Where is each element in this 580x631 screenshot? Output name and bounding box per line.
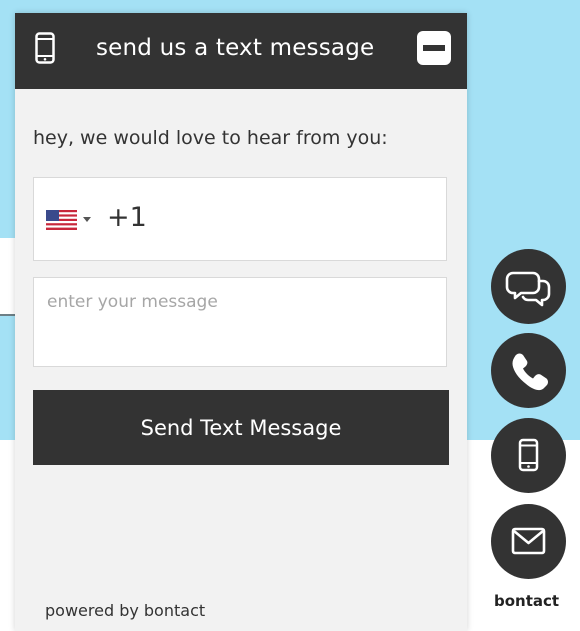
chat-bubbles-icon bbox=[505, 271, 551, 307]
minimize-icon bbox=[423, 45, 445, 51]
greeting-text: hey, we would love to hear from you: bbox=[33, 127, 388, 149]
call-launcher-button[interactable] bbox=[491, 333, 566, 408]
envelope-icon bbox=[511, 527, 546, 555]
email-launcher-button[interactable] bbox=[491, 504, 566, 579]
mobile-phone-icon bbox=[35, 32, 55, 64]
powered-by-text: powered by bontact bbox=[45, 601, 206, 620]
phone-handset-icon bbox=[512, 353, 548, 391]
country-dropdown-caret-icon[interactable] bbox=[83, 217, 91, 222]
widget-title: send us a text message bbox=[96, 35, 375, 61]
brand-label: bontact bbox=[494, 592, 560, 610]
send-text-message-button[interactable]: Send Text Message bbox=[33, 390, 449, 465]
chat-launcher-button[interactable] bbox=[491, 249, 566, 324]
minimize-button[interactable] bbox=[417, 31, 451, 65]
mobile-phone-icon bbox=[518, 438, 539, 472]
dial-code[interactable]: +1 bbox=[107, 202, 147, 233]
sms-widget: send us a text message hey, we would lov… bbox=[15, 13, 467, 631]
message-input[interactable] bbox=[33, 277, 447, 367]
widget-header: send us a text message bbox=[15, 13, 467, 89]
sms-launcher-button[interactable] bbox=[491, 418, 566, 493]
phone-number-field[interactable]: +1 bbox=[33, 177, 447, 261]
us-flag-icon[interactable] bbox=[46, 210, 77, 230]
